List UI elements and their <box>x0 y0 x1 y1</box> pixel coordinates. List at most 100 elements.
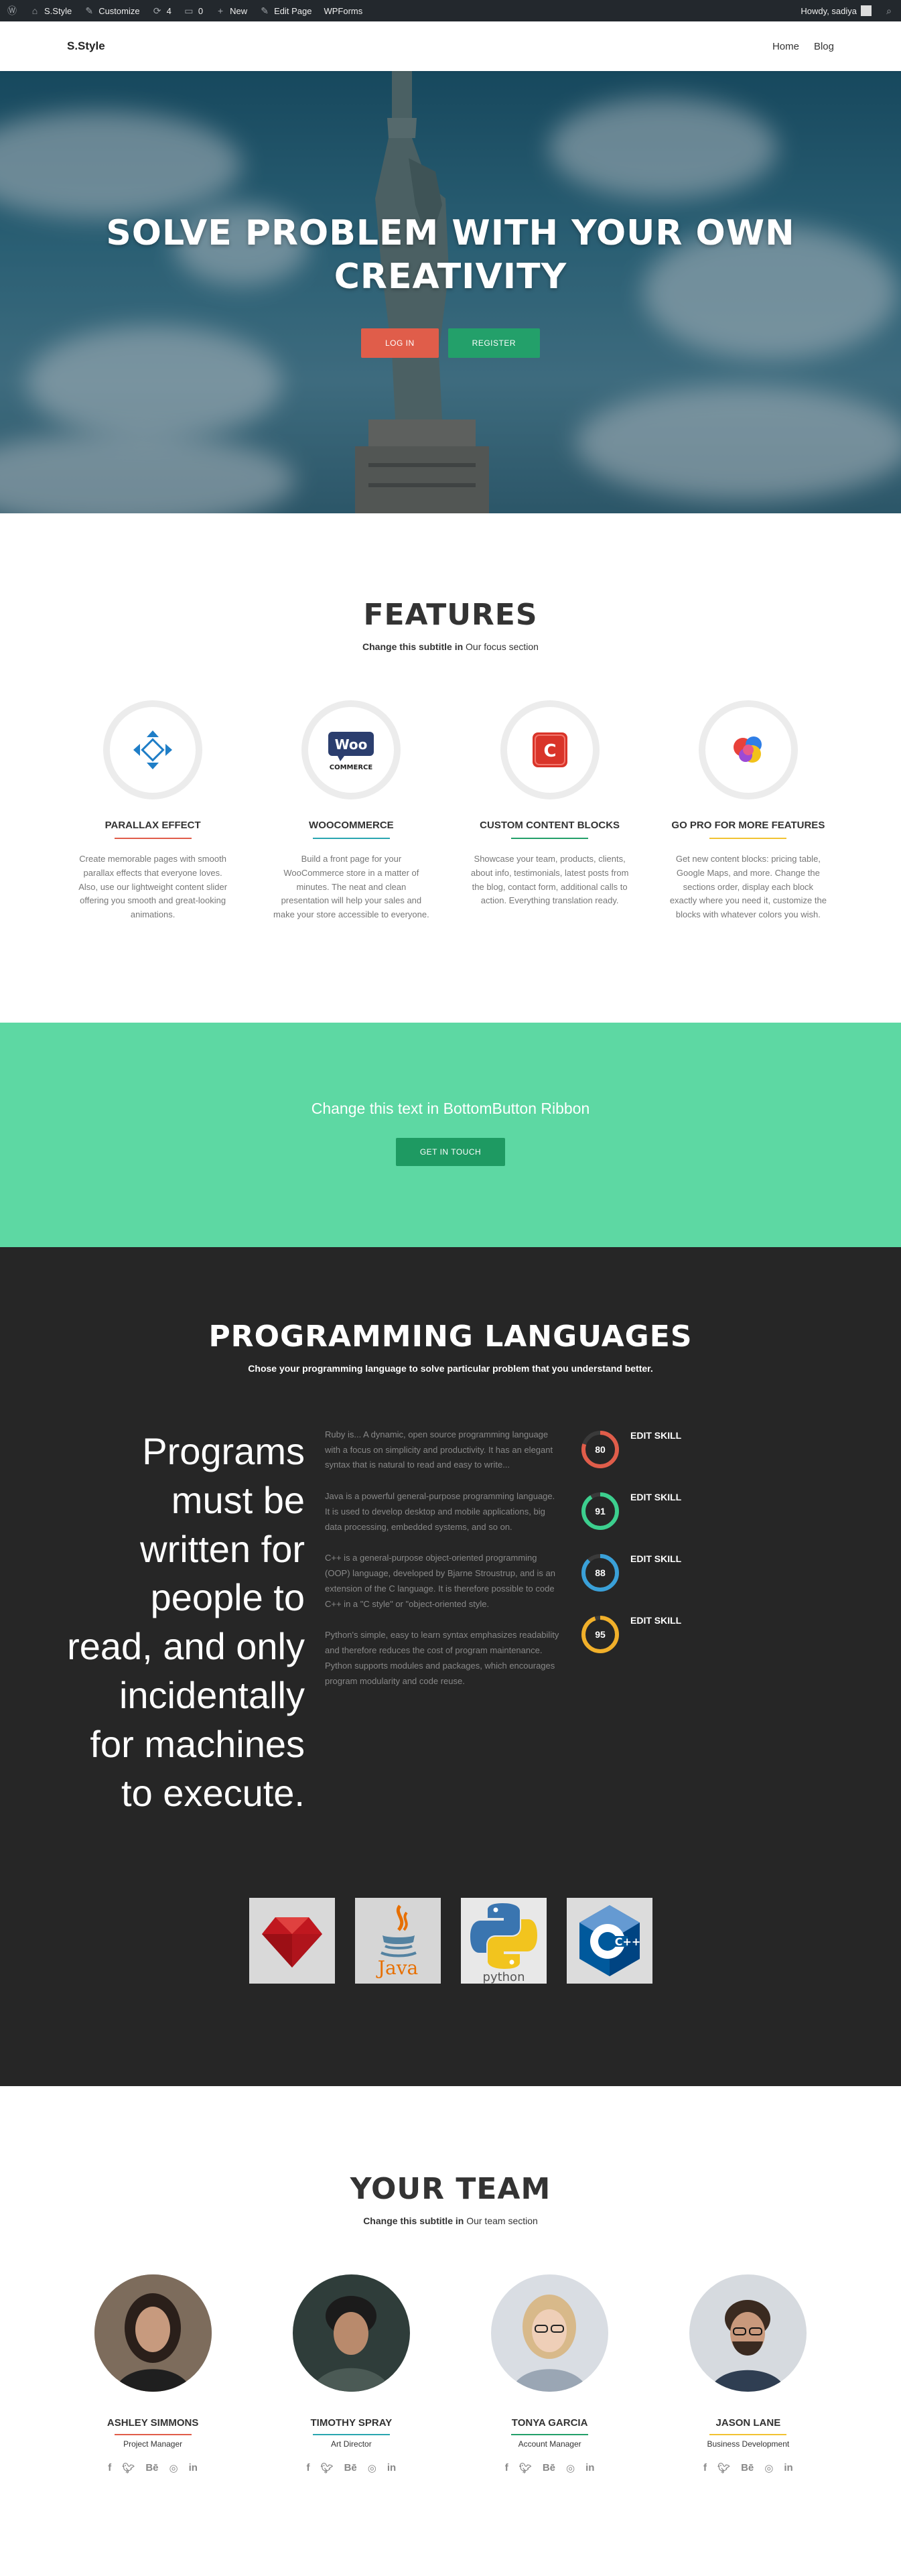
feature-title: GO PRO FOR MORE FEATURES <box>671 820 825 831</box>
nav-item-blog[interactable]: Blog <box>814 41 834 52</box>
linkedin-icon[interactable]: in <box>387 2462 396 2474</box>
member-role: Business Development <box>707 2439 790 2449</box>
pencil-icon: ✎ <box>261 5 269 16</box>
feature-text: Showcase your team, products, clients, a… <box>470 854 629 906</box>
programming-subtitle: Chose your programming language to solve… <box>248 1362 653 1374</box>
team-member: JASON LANE Business Development f 🐦︎ Bē … <box>663 2274 834 2474</box>
behance-icon[interactable]: Bē <box>741 2462 754 2474</box>
member-name: ASHLEY SIMMONS <box>107 2417 199 2429</box>
register-button[interactable]: REGISTER <box>447 328 541 358</box>
admin-bar: Ⓦ ⌂ S.Style ✎ Customize ⟳ 4 ▭ 0 + New ✎ Edit P… <box>0 0 901 21</box>
member-name: TIMOTHY SPRAY <box>310 2417 393 2429</box>
programming-section: PROGRAMMING LANGUAGES Chose your program… <box>0 1246 901 2086</box>
feature-divider <box>709 838 787 839</box>
admin-site-name[interactable]: ⌂ S.Style <box>29 5 72 16</box>
search-icon[interactable]: ⌕ <box>884 5 894 16</box>
get-in-touch-button[interactable]: GET IN TOUCH <box>395 1137 506 1166</box>
woocommerce-icon: Woo COMMERCE <box>328 732 374 771</box>
cpp-logo-text: C++ <box>614 1935 640 1948</box>
facebook-icon[interactable]: f <box>108 2462 111 2474</box>
skill-item: 80 EDIT SKILL <box>579 1429 834 1490</box>
social-links: f 🐦︎ Bē ◎ in <box>265 2462 437 2474</box>
team-member: TIMOTHY SPRAY Art Director f 🐦︎ Bē ◎ in <box>265 2274 437 2474</box>
member-name: JASON LANE <box>715 2417 781 2429</box>
comment-icon: ▭ <box>184 5 194 16</box>
cpp-description: C++ is a general-purpose object-oriented… <box>325 1553 555 1609</box>
svg-text:C: C <box>543 741 556 761</box>
skill-ring: 88 <box>579 1552 621 1594</box>
member-divider <box>511 2433 589 2435</box>
skill-item: 91 EDIT SKILL <box>579 1490 834 1552</box>
wordpress-logo-icon[interactable]: Ⓦ <box>7 5 17 16</box>
cpp-logo-icon: C++ <box>579 1905 640 1977</box>
admin-bar-right: Howdy, sadiya ⌕ <box>801 5 894 16</box>
team-section: YOUR TEAM Change this subtitle in Our te… <box>0 2086 901 2541</box>
java-description: Java is a powerful general-purpose progr… <box>325 1491 555 1532</box>
main-nav: Home Blog <box>772 41 834 52</box>
pro-badge-icon <box>733 736 762 763</box>
feature-grid: PARALLAX EFFECT Create memorable pages w… <box>67 700 834 922</box>
dribbble-icon[interactable]: ◎ <box>566 2462 575 2474</box>
feature-item: C CUSTOM CONTENT BLOCKS Showcase your te… <box>464 700 636 922</box>
nav-item-home[interactable]: Home <box>772 41 799 52</box>
member-divider <box>312 2433 390 2435</box>
member-photo <box>94 2274 212 2392</box>
plus-icon: + <box>217 5 224 16</box>
skill-label[interactable]: EDIT SKILL <box>630 1615 681 1626</box>
linkedin-icon[interactable]: in <box>784 2462 792 2474</box>
twitter-icon[interactable]: 🐦︎ <box>519 2462 532 2474</box>
team-subtitle: Change this subtitle in Our team section <box>363 2215 538 2226</box>
skill-label[interactable]: EDIT SKILL <box>630 1492 681 1502</box>
twitter-icon[interactable]: 🐦︎ <box>321 2462 334 2474</box>
linkedin-icon[interactable]: in <box>189 2462 198 2474</box>
admin-wpforms[interactable]: WPForms <box>324 6 362 16</box>
member-name: TONYA GARCIA <box>511 2417 588 2429</box>
skill-ring: 91 <box>579 1490 621 1532</box>
feature-item: Woo COMMERCE WOOCOMMERCE Build a front p… <box>265 700 437 922</box>
admin-new[interactable]: + New <box>215 5 247 16</box>
twitter-icon[interactable]: 🐦︎ <box>122 2462 135 2474</box>
content-blocks-icon: C <box>532 732 567 767</box>
team-member: ASHLEY SIMMONS Project Manager f 🐦︎ Bē ◎… <box>67 2274 238 2474</box>
admin-customize[interactable]: ✎ Customize <box>84 5 139 16</box>
svg-text:COMMERCE: COMMERCE <box>330 764 373 771</box>
behance-icon[interactable]: Bē <box>543 2462 555 2474</box>
feature-divider <box>114 838 192 839</box>
member-photo <box>689 2274 807 2392</box>
login-button[interactable]: LOG IN <box>360 328 439 358</box>
dribbble-icon[interactable]: ◎ <box>368 2462 376 2474</box>
twitter-icon[interactable]: 🐦︎ <box>717 2462 730 2474</box>
feature-item: GO PRO FOR MORE FEATURES Get new content… <box>663 700 834 922</box>
language-descriptions: Ruby is... A dynamic, open source progra… <box>325 1427 559 1817</box>
admin-updates[interactable]: ⟳ 4 <box>152 5 171 16</box>
java-logo-icon: Java <box>375 1905 418 1979</box>
facebook-icon[interactable]: f <box>505 2462 508 2474</box>
skill-value: 91 <box>595 1505 606 1517</box>
facebook-icon[interactable]: f <box>703 2462 707 2474</box>
member-divider <box>709 2433 787 2435</box>
feature-text: Build a front page for your WooCommerce … <box>273 854 429 920</box>
admin-comments[interactable]: ▭ 0 <box>184 5 203 16</box>
feature-divider <box>312 838 390 839</box>
python-logo-text: python <box>482 1970 525 1984</box>
features-subtitle: Change this subtitle in Our focus sectio… <box>362 641 539 652</box>
admin-account[interactable]: Howdy, sadiya <box>801 5 872 16</box>
facebook-icon[interactable]: f <box>307 2462 310 2474</box>
skill-label[interactable]: EDIT SKILL <box>630 1553 681 1564</box>
dribbble-icon[interactable]: ◎ <box>764 2462 773 2474</box>
behance-icon[interactable]: Bē <box>145 2462 158 2474</box>
admin-bar-left: Ⓦ ⌂ S.Style ✎ Customize ⟳ 4 ▭ 0 + New ✎ Edit P… <box>7 5 362 17</box>
behance-icon[interactable]: Bē <box>344 2462 357 2474</box>
team-member: TONYA GARCIA Account Manager f 🐦︎ Bē ◎ i… <box>464 2274 636 2474</box>
feature-text: Create memorable pages with smooth paral… <box>78 854 228 920</box>
skill-item: 88 EDIT SKILL <box>579 1552 834 1614</box>
feature-text: Get new content blocks: pricing table, G… <box>669 854 827 920</box>
site-logo[interactable]: S.Style <box>67 40 105 53</box>
admin-edit-page[interactable]: ✎ Edit Page <box>259 5 311 16</box>
hero-buttons: LOG IN REGISTER <box>0 328 901 358</box>
ruby-description: Ruby is... A dynamic, open source progra… <box>325 1429 553 1470</box>
skill-label[interactable]: EDIT SKILL <box>630 1430 681 1441</box>
dribbble-icon[interactable]: ◎ <box>169 2462 178 2474</box>
python-description: Python's simple, easy to learn syntax em… <box>325 1630 559 1686</box>
linkedin-icon[interactable]: in <box>585 2462 594 2474</box>
